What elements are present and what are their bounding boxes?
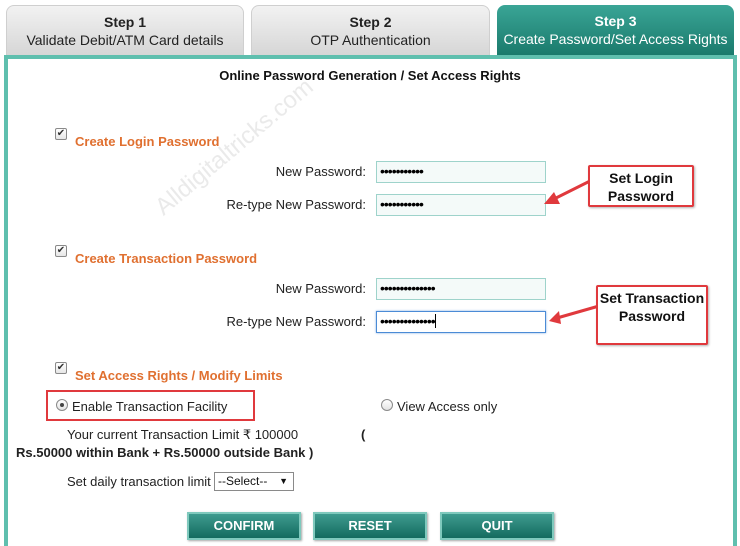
- transaction-retype-password-value: ••••••••••••••: [380, 313, 436, 329]
- login-password-checkbox[interactable]: ✔: [55, 128, 67, 140]
- tab-step-1-number: Step 1: [103, 14, 146, 30]
- limit-detail: Rs.50000 within Bank + Rs.50000 outside …: [16, 445, 314, 460]
- login-retype-password-input[interactable]: •••••••••••: [376, 194, 546, 216]
- reset-button[interactable]: RESET: [313, 512, 427, 540]
- login-callout: Set Login Password: [588, 165, 694, 207]
- transaction-password-title: Create Transaction Password: [75, 251, 258, 266]
- transaction-retype-password-input[interactable]: ••••••••••••••: [376, 311, 546, 333]
- login-new-password-label: New Password:: [275, 164, 366, 179]
- tab-step-3-number: Step 3: [594, 13, 637, 29]
- limit-paren: (: [361, 427, 366, 442]
- tab-step-3[interactable]: Step 3 Create Password/Set Access Rights: [497, 5, 734, 55]
- transaction-new-password-input[interactable]: ••••••••••••••: [376, 278, 546, 300]
- access-rights-checkbox[interactable]: ✔: [55, 362, 67, 374]
- callout-arrow-icon: [544, 178, 593, 204]
- tab-step-2-number: Step 2: [349, 14, 392, 30]
- enable-transaction-label: Enable Transaction Facility: [72, 399, 228, 414]
- confirm-button[interactable]: CONFIRM: [187, 512, 301, 540]
- chevron-down-icon: ▼: [279, 476, 288, 486]
- login-password-title: Create Login Password: [75, 134, 220, 149]
- quit-button[interactable]: QUIT: [440, 512, 554, 540]
- view-access-label: View Access only: [397, 399, 498, 414]
- transaction-retype-password-label: Re-type New Password:: [226, 314, 366, 329]
- daily-limit-select[interactable]: --Select-- ▼: [214, 472, 294, 491]
- daily-limit-select-value: --Select--: [218, 474, 268, 488]
- transaction-callout: Set Transaction Password: [596, 285, 708, 345]
- login-new-password-input[interactable]: •••••••••••: [376, 161, 546, 183]
- page-title: Online Password Generation / Set Access …: [219, 68, 521, 83]
- tab-step-2[interactable]: Step 2 OTP Authentication: [251, 5, 490, 55]
- text-caret: [434, 314, 436, 328]
- step-tabs: Step 1 Validate Debit/ATM Card details S…: [0, 0, 740, 56]
- transaction-new-password-label: New Password:: [275, 281, 366, 296]
- tab-step-1[interactable]: Step 1 Validate Debit/ATM Card details: [6, 5, 244, 55]
- access-rights-title: Set Access Rights / Modify Limits: [75, 368, 283, 383]
- tab-step-2-label: OTP Authentication: [310, 32, 431, 48]
- transaction-password-checkbox[interactable]: ✔: [55, 245, 67, 257]
- view-access-radio[interactable]: [381, 399, 393, 411]
- callout-arrow-icon: [549, 304, 600, 324]
- daily-limit-label: Set daily transaction limit: [67, 474, 211, 489]
- tab-step-1-label: Validate Debit/ATM Card details: [26, 32, 224, 48]
- tab-step-3-label: Create Password/Set Access Rights: [503, 31, 728, 47]
- enable-transaction-radio[interactable]: [56, 399, 68, 411]
- login-retype-password-label: Re-type New Password:: [226, 197, 366, 212]
- current-limit-text: Your current Transaction Limit ₹ 100000: [67, 427, 299, 442]
